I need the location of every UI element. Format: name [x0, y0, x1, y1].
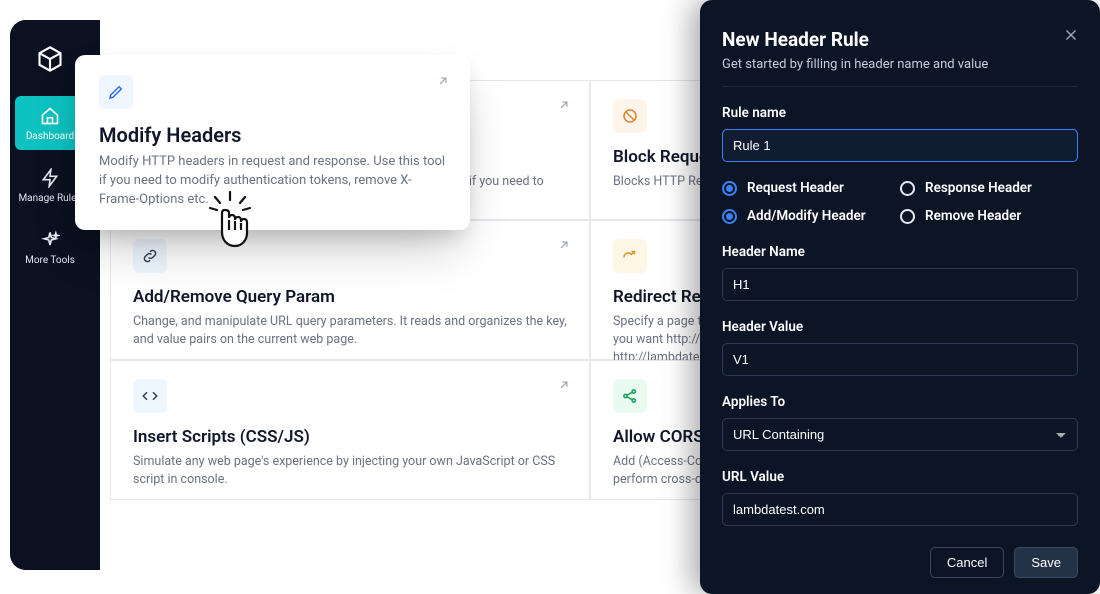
applies-to-select[interactable]: URL Containing	[722, 418, 1078, 451]
cursor-click-icon	[205, 190, 255, 250]
radio-group: Request Header Response Header Add/Modif…	[722, 180, 1078, 224]
radio-dot-icon	[900, 209, 915, 224]
applies-to-label: Applies To	[722, 394, 1078, 410]
radio-remove-header[interactable]: Remove Header	[900, 208, 1078, 224]
close-icon[interactable]	[1062, 26, 1080, 44]
sidebar-item-label: Manage Rules	[18, 193, 81, 204]
radio-add-modify-header[interactable]: Add/Modify Header	[722, 208, 900, 224]
header-name-label: Header Name	[722, 244, 1078, 260]
new-header-rule-modal: New Header Rule Get started by filling i…	[700, 0, 1100, 594]
card-title: Add/Remove Query Param	[133, 287, 567, 307]
open-arrow-icon	[557, 237, 571, 251]
open-arrow-icon	[557, 377, 571, 391]
radio-label: Request Header	[747, 180, 844, 196]
radio-response-header[interactable]: Response Header	[900, 180, 1078, 196]
save-button[interactable]: Save	[1014, 547, 1078, 578]
redirect-icon	[613, 239, 647, 273]
sparkle-icon	[40, 230, 60, 250]
card-title: Insert Scripts (CSS/JS)	[133, 427, 567, 447]
sidebar-item-label: More Tools	[25, 255, 75, 266]
tooltip-card-modify-headers[interactable]: Modify Headers Modify HTTP headers in re…	[75, 55, 470, 230]
open-arrow-icon	[436, 73, 450, 87]
rule-name-input[interactable]	[722, 129, 1078, 162]
card-desc: Change, and manipulate URL query paramet…	[133, 313, 567, 349]
radio-label: Add/Modify Header	[747, 208, 866, 224]
share-icon	[613, 379, 647, 413]
open-arrow-icon	[557, 97, 571, 111]
card-insert-scripts[interactable]: Insert Scripts (CSS/JS) Simulate any web…	[110, 360, 590, 500]
radio-label: Response Header	[925, 180, 1032, 196]
radio-dot-icon	[722, 181, 737, 196]
bolt-icon	[40, 168, 60, 188]
logo-icon	[36, 45, 64, 73]
sidebar-item-label: Dashboard	[26, 131, 74, 142]
header-value-input[interactable]	[722, 343, 1078, 376]
link-icon	[133, 239, 167, 273]
radio-label: Remove Header	[925, 208, 1021, 224]
divider	[722, 86, 1078, 87]
rule-name-label: Rule name	[722, 105, 1078, 121]
modal-subtitle: Get started by filling in header name an…	[722, 57, 1078, 72]
tooltip-title: Modify Headers	[99, 123, 446, 147]
code-icon	[133, 379, 167, 413]
url-value-label: URL Value	[722, 469, 1078, 485]
modal-footer: Cancel Save	[930, 547, 1078, 578]
sidebar-item-more-tools[interactable]: More Tools	[15, 220, 85, 274]
card-desc: Simulate any web page's experience by in…	[133, 453, 567, 489]
pencil-icon	[99, 75, 133, 109]
cancel-button[interactable]: Cancel	[930, 547, 1004, 578]
header-value-label: Header Value	[722, 319, 1078, 335]
modal-title: New Header Rule	[722, 28, 1078, 51]
radio-dot-icon	[722, 209, 737, 224]
radio-dot-icon	[900, 181, 915, 196]
home-icon	[40, 106, 60, 126]
card-query-param[interactable]: Add/Remove Query Param Change, and manip…	[110, 220, 590, 360]
tooltip-desc: Modify HTTP headers in request and respo…	[99, 153, 446, 210]
header-name-input[interactable]	[722, 268, 1078, 301]
radio-request-header[interactable]: Request Header	[722, 180, 900, 196]
block-icon	[613, 99, 647, 133]
url-value-input[interactable]	[722, 493, 1078, 526]
